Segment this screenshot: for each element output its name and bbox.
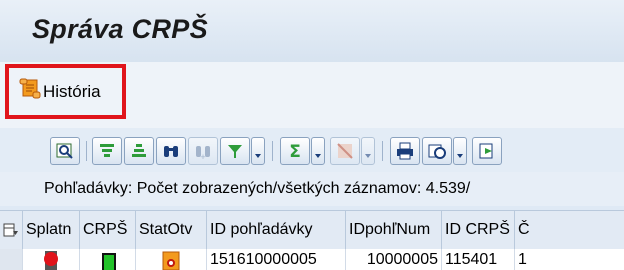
- filter-dropdown[interactable]: [251, 137, 265, 165]
- total-icon[interactable]: Σ: [280, 137, 310, 165]
- svg-text:Σ: Σ: [289, 142, 301, 161]
- layout-settings-icon[interactable]: [0, 211, 23, 249]
- export-icon[interactable]: [472, 137, 502, 165]
- cell-id-crps: 115401: [442, 249, 515, 270]
- column-header-statotv[interactable]: StatOtv: [136, 211, 207, 249]
- cell-idpohlnum: 10000005: [346, 249, 442, 270]
- title-bar: Správa CRPŠ: [0, 0, 624, 63]
- alv-toolbar: + Σ: [0, 128, 624, 172]
- record-count-info: Pohľadávky: Počet zobrazených/všetkých z…: [0, 172, 624, 206]
- column-header-c[interactable]: Č: [515, 211, 624, 249]
- find-next-icon[interactable]: +: [188, 137, 218, 165]
- record-count-text: Pohľadávky: Počet zobrazených/všetkých z…: [44, 180, 471, 197]
- application-toolbar: História: [0, 62, 624, 128]
- history-button-label: História: [43, 81, 101, 101]
- column-header-id-pohladavky[interactable]: ID pohľadávky: [207, 211, 346, 249]
- view-dropdown[interactable]: [453, 137, 467, 165]
- column-header-splatn[interactable]: Splatn: [23, 211, 80, 249]
- sort-ascending-icon[interactable]: [92, 137, 122, 165]
- column-header-idpohlnum[interactable]: IDpohľNum: [346, 211, 442, 249]
- cell-id-pohladavky: 151610000005: [207, 249, 346, 270]
- row-selector[interactable]: [0, 249, 23, 270]
- crps-status-icon: [80, 249, 136, 270]
- history-icon: [19, 78, 41, 105]
- total-dropdown[interactable]: [311, 137, 325, 165]
- find-icon[interactable]: [156, 137, 186, 165]
- cell-c: 1: [518, 251, 527, 268]
- column-header-id-crps[interactable]: ID CRPŠ: [442, 211, 515, 249]
- print-icon[interactable]: [390, 137, 420, 165]
- details-icon[interactable]: [50, 137, 80, 165]
- lock-icon: [136, 249, 207, 270]
- sort-descending-icon[interactable]: [124, 137, 154, 165]
- svg-text:+: +: [200, 152, 205, 161]
- view-icon[interactable]: [422, 137, 452, 165]
- subtotal-dropdown[interactable]: [361, 137, 375, 165]
- history-button[interactable]: História: [5, 64, 126, 119]
- table-header: Splatn CRPŠ StatOtv ID pohľadávky IDpohľ…: [0, 210, 624, 250]
- table-row[interactable]: 151610000005 10000005 115401 1: [0, 249, 624, 270]
- subtotal-icon[interactable]: [330, 137, 360, 165]
- splatn-status-icon: [23, 249, 80, 270]
- column-header-crps[interactable]: CRPŠ: [80, 211, 136, 249]
- filter-icon[interactable]: [220, 137, 250, 165]
- page-title: Správa CRPŠ: [32, 14, 208, 44]
